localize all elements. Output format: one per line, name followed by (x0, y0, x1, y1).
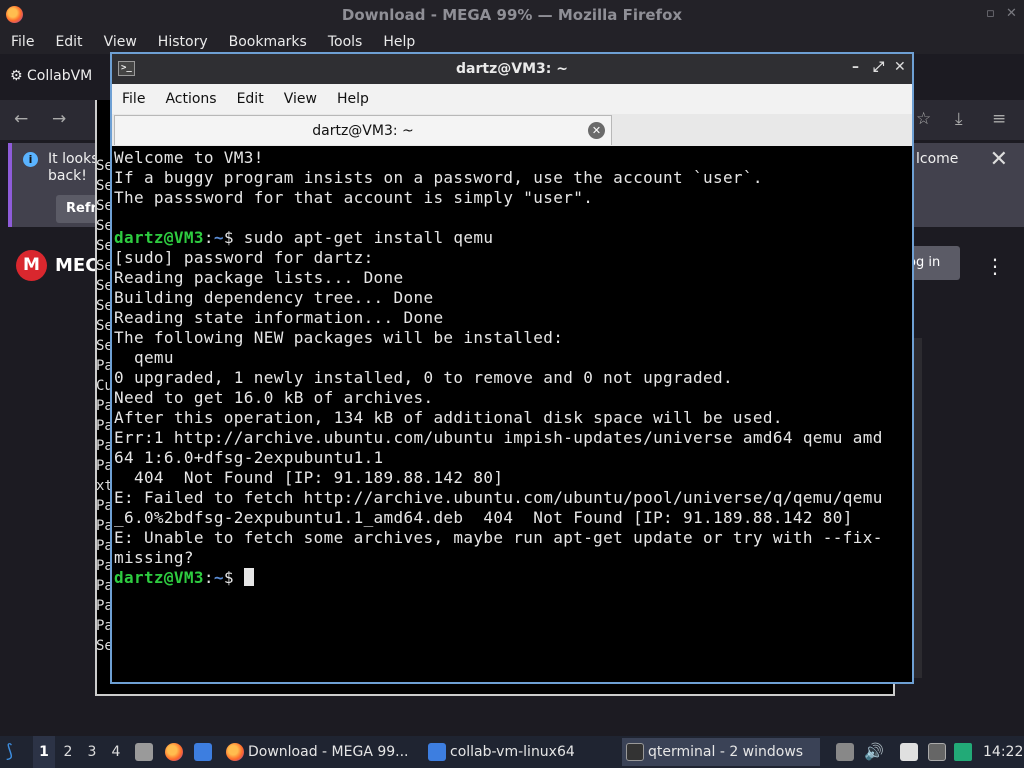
qt-menu-edit[interactable]: Edit (227, 91, 274, 107)
firefox-window-title: Download - MEGA 99% — Mozilla Firefox (341, 6, 683, 24)
clipboard-tray-icon[interactable] (836, 743, 854, 761)
terminal-line: Need to get 16.0 kB of archives. (114, 388, 434, 407)
tab-close-icon[interactable]: ✕ (588, 122, 605, 139)
workspace-4[interactable]: 4 (105, 736, 127, 768)
qterminal-window: >_ dartz@VM3: ~ – ⤢ ✕ File Actions Edit … (110, 52, 914, 684)
terminal-line: E: Failed to fetch http://archive.ubuntu… (114, 488, 883, 507)
more-options-icon[interactable]: ⋮ (985, 254, 1005, 278)
terminal-line: Building dependency tree... Done (114, 288, 434, 307)
menu-help[interactable]: Help (372, 34, 425, 50)
tab-collabvm[interactable]: ⚙ CollabVM (10, 68, 92, 84)
task-qterminal[interactable]: qterminal - 2 windows (622, 738, 820, 766)
terminal-line: Welcome to VM3! (114, 148, 264, 167)
minimize-icon[interactable]: – (852, 59, 859, 75)
prompt-path: ~ (213, 568, 224, 587)
bookmark-star-icon[interactable]: ☆ (916, 109, 931, 129)
hamburger-menu-icon[interactable]: ≡ (992, 109, 1006, 129)
prompt-user: dartz@VM3 (114, 568, 204, 587)
terminal-line: qemu (114, 348, 174, 367)
terminal-prompt-line: dartz@VM3:~$ sudo apt-get install qemu (114, 228, 494, 247)
mega-brand-text: MEC (55, 255, 99, 276)
menu-view[interactable]: View (93, 34, 147, 50)
terminal-line: Reading package lists... Done (114, 268, 404, 287)
menu-bookmarks[interactable]: Bookmarks (218, 34, 317, 50)
qt-menu-actions[interactable]: Actions (155, 91, 226, 107)
terminal-line: 64 1:6.0+dfsg-2expubuntu1.1 (114, 448, 384, 467)
folder-icon (428, 743, 446, 761)
firefox-logo-icon (6, 6, 23, 23)
volume-icon[interactable]: 🔊 (864, 736, 884, 768)
task-label: qterminal - 2 windows (648, 744, 804, 760)
qt-menu-view[interactable]: View (274, 91, 327, 107)
menu-edit[interactable]: Edit (44, 34, 92, 50)
desktop-launcher-icon[interactable] (194, 743, 212, 761)
tab-collabvm-label: CollabVM (27, 68, 93, 84)
task-collab-vm[interactable]: collab-vm-linux64 (424, 738, 614, 766)
notification-right-text: lcome (916, 151, 959, 167)
back-icon[interactable]: ← (14, 109, 28, 129)
qterminal-window-title: dartz@VM3: ~ (456, 61, 568, 77)
menu-tools[interactable]: Tools (317, 34, 373, 50)
terminal-line: 0 upgraded, 1 newly installed, 0 to remo… (114, 368, 733, 387)
qterminal-menubar: File Actions Edit View Help (112, 84, 912, 114)
prompt-path: ~ (213, 228, 224, 247)
download-icon[interactable]: ⤓ (955, 109, 963, 129)
terminal-prompt-line: dartz@VM3:~$ (114, 568, 910, 588)
close-icon[interactable]: ✕ (894, 59, 906, 75)
terminal-line: Reading state information... Done (114, 308, 444, 327)
qterminal-tabbar: dartz@VM3: ~ ✕ (112, 114, 912, 146)
firefox-launcher-icon[interactable] (165, 743, 183, 761)
menu-history[interactable]: History (147, 34, 218, 50)
terminal-line: If a buggy program insists on a password… (114, 168, 763, 187)
terminal-output[interactable]: Welcome to VM3! If a buggy program insis… (112, 146, 912, 682)
forward-icon[interactable]: → (52, 109, 66, 129)
clock[interactable]: 14:22 (983, 736, 1023, 768)
notes-tray-icon[interactable] (900, 743, 918, 761)
minimize-icon[interactable]: ▫ (986, 6, 995, 21)
terminal-line: The following NEW packages will be insta… (114, 328, 564, 347)
terminal-icon: >_ (118, 61, 135, 76)
close-icon[interactable]: ✕ (1006, 6, 1017, 21)
mega-logo-icon[interactable]: M (16, 250, 47, 281)
workspace-1[interactable]: 1 (33, 736, 55, 768)
task-firefox-download[interactable]: Download - MEGA 99... (222, 738, 418, 766)
terminal-cursor (243, 568, 254, 586)
firefox-icon (226, 743, 244, 761)
workspace-3[interactable]: 3 (81, 736, 103, 768)
terminal-line: _6.0%2bdfsg-2expubuntu1.1_amd64.deb 404 … (114, 508, 853, 527)
terminal-line: [sudo] password for dartz: (114, 248, 374, 267)
info-icon: i (23, 152, 38, 167)
task-label: collab-vm-linux64 (450, 744, 575, 760)
menu-file[interactable]: File (0, 34, 44, 50)
display-tray-icon[interactable] (928, 743, 946, 761)
terminal-line: Err:1 http://archive.ubuntu.com/ubuntu i… (114, 428, 883, 447)
terminal-line: The passsword for that account is simply… (114, 188, 594, 207)
file-manager-launcher-icon[interactable] (135, 743, 153, 761)
qterminal-titlebar[interactable]: >_ dartz@VM3: ~ – ⤢ ✕ (112, 54, 912, 84)
firefox-menubar: File Edit View History Bookmarks Tools H… (0, 30, 1024, 54)
terminal-tab[interactable]: dartz@VM3: ~ ✕ (114, 115, 612, 145)
firefox-titlebar: Download - MEGA 99% — Mozilla Firefox ▫ … (0, 0, 1024, 30)
terminal-line: After this operation, 134 kB of addition… (114, 408, 783, 427)
terminal-tab-title: dartz@VM3: ~ (312, 123, 414, 139)
terminal-line: 404 Not Found [IP: 91.189.88.142 80] (114, 468, 504, 487)
qt-menu-help[interactable]: Help (327, 91, 379, 107)
network-tray-icon[interactable] (954, 743, 972, 761)
qt-menu-file[interactable]: File (112, 91, 155, 107)
terminal-line: missing? (114, 548, 194, 567)
task-label: Download - MEGA 99... (248, 744, 409, 760)
taskbar: ⟆ 1 2 3 4 Download - MEGA 99... collab-v… (0, 736, 1024, 768)
notification-text: It looks back! (48, 151, 99, 184)
workspace-2[interactable]: 2 (57, 736, 79, 768)
notification-close-icon[interactable]: ✕ (990, 147, 1008, 172)
start-menu-icon[interactable]: ⟆ (6, 736, 13, 768)
terminal-icon (626, 743, 644, 761)
prompt-command: sudo apt-get install qemu (243, 228, 494, 247)
maximize-icon[interactable]: ⤢ (873, 59, 884, 75)
prompt-user: dartz@VM3 (114, 228, 204, 247)
terminal-line: E: Unable to fetch some archives, maybe … (114, 528, 883, 547)
